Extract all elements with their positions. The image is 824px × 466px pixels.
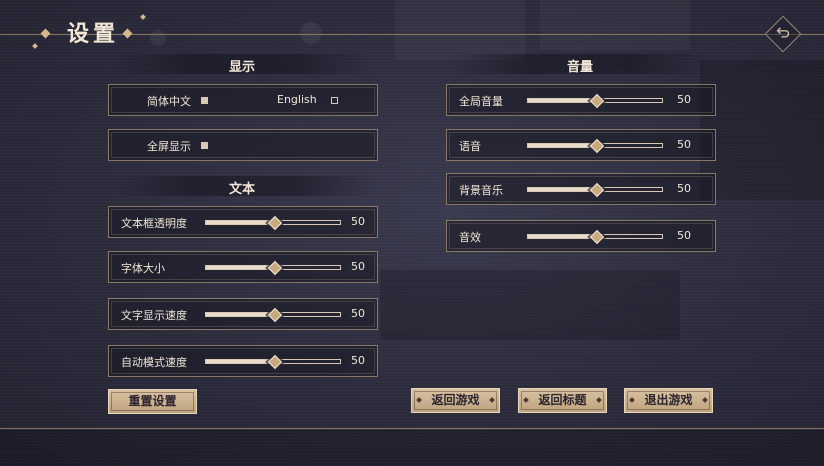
title-ornament-left bbox=[40, 28, 51, 39]
language-option-box: 简体中文 English bbox=[108, 84, 378, 116]
slider-handle[interactable] bbox=[267, 260, 283, 276]
slider-fill bbox=[206, 360, 274, 363]
slider-value: 50 bbox=[351, 307, 365, 320]
slider-handle[interactable] bbox=[267, 307, 283, 323]
display-section-title: 显示 bbox=[228, 60, 255, 75]
slider-handle[interactable] bbox=[267, 215, 283, 231]
button-ornament bbox=[596, 397, 602, 403]
slider-row: 文本框透明度 50 bbox=[108, 206, 378, 238]
button-ornament bbox=[489, 397, 495, 403]
slider-fill bbox=[206, 313, 274, 316]
background-desk bbox=[380, 270, 680, 340]
slider-value: 50 bbox=[677, 182, 691, 195]
fullscreen-label[interactable]: 全屏显示 bbox=[147, 138, 191, 154]
slider-handle[interactable] bbox=[589, 138, 605, 154]
slider-fill bbox=[206, 266, 274, 269]
background-window bbox=[540, 0, 690, 50]
slider-label: 字体大小 bbox=[121, 262, 165, 275]
language-option-english[interactable]: English bbox=[277, 93, 317, 106]
slider-row: 语音 50 bbox=[446, 129, 716, 161]
slider-fill bbox=[206, 221, 274, 224]
slider-fill bbox=[528, 235, 596, 238]
slider-handle[interactable] bbox=[589, 229, 605, 245]
slider-value: 50 bbox=[677, 229, 691, 242]
volume-section-title: 音量 bbox=[566, 60, 593, 75]
return-game-button[interactable]: 返回游戏 bbox=[411, 388, 500, 413]
title-ornament-small bbox=[140, 14, 146, 20]
exit-game-button[interactable]: 退出游戏 bbox=[624, 388, 713, 413]
title-ornament-right bbox=[122, 28, 133, 39]
footer-divider bbox=[0, 428, 824, 429]
slider-row: 全局音量 50 bbox=[446, 84, 716, 116]
slider-label: 语音 bbox=[459, 140, 481, 153]
background-lamp bbox=[300, 22, 322, 44]
slider-value: 50 bbox=[677, 93, 691, 106]
slider-fill bbox=[528, 99, 596, 102]
background-window bbox=[395, 0, 525, 60]
checkbox-fullscreen[interactable] bbox=[201, 142, 208, 149]
slider-fill bbox=[528, 144, 596, 147]
return-game-label: 返回游戏 bbox=[431, 393, 480, 407]
slider-value: 50 bbox=[351, 215, 365, 228]
slider-value: 50 bbox=[677, 138, 691, 151]
page-title: 设置 bbox=[67, 22, 120, 47]
return-title-label: 返回标题 bbox=[538, 393, 587, 407]
exit-game-label: 退出游戏 bbox=[644, 393, 693, 407]
slider-label: 文本框透明度 bbox=[121, 217, 187, 230]
language-option-chinese[interactable]: 简体中文 bbox=[147, 93, 191, 109]
checkbox-english[interactable] bbox=[331, 97, 338, 104]
slider-row: 文字显示速度 50 bbox=[108, 298, 378, 330]
slider-handle[interactable] bbox=[589, 182, 605, 198]
fullscreen-option-box: 全屏显示 bbox=[108, 129, 378, 161]
button-ornament bbox=[523, 397, 529, 403]
checkbox-chinese[interactable] bbox=[201, 97, 208, 104]
slider-row: 背景音乐 50 bbox=[446, 173, 716, 205]
background-shelf bbox=[700, 60, 824, 200]
slider-row: 音效 50 bbox=[446, 220, 716, 252]
slider-handle[interactable] bbox=[589, 93, 605, 109]
slider-label: 自动模式速度 bbox=[121, 356, 187, 369]
slider-label: 音效 bbox=[459, 231, 481, 244]
slider-handle[interactable] bbox=[267, 354, 283, 370]
slider-value: 50 bbox=[351, 354, 365, 367]
button-ornament bbox=[702, 397, 708, 403]
slider-fill bbox=[528, 188, 596, 191]
background-floor bbox=[0, 430, 824, 466]
slider-label: 文字显示速度 bbox=[121, 309, 187, 322]
slider-label: 背景音乐 bbox=[459, 184, 503, 197]
reset-settings-button[interactable]: 重置设置 bbox=[108, 389, 197, 414]
slider-row: 字体大小 50 bbox=[108, 251, 378, 283]
back-button[interactable] bbox=[764, 15, 802, 53]
title-ornament-small bbox=[32, 43, 38, 49]
button-ornament bbox=[416, 397, 422, 403]
button-ornament bbox=[629, 397, 635, 403]
reset-settings-label: 重置设置 bbox=[128, 394, 177, 408]
slider-row: 自动模式速度 50 bbox=[108, 345, 378, 377]
slider-label: 全局音量 bbox=[459, 95, 503, 108]
return-title-button[interactable]: 返回标题 bbox=[518, 388, 607, 413]
return-arrow-icon bbox=[776, 27, 790, 38]
text-section-title: 文本 bbox=[228, 182, 255, 197]
background-lamp bbox=[150, 30, 166, 46]
settings-screen: 设置 显示 简体中文 English 全屏显示 文本 文本框透明度 50 字体大… bbox=[0, 0, 824, 466]
slider-value: 50 bbox=[351, 260, 365, 273]
